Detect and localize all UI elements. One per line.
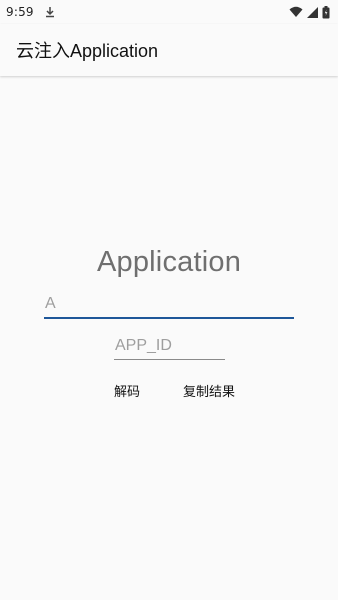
download-icon xyxy=(44,6,56,18)
page-heading: Application xyxy=(96,246,242,278)
copy-result-button[interactable]: 复制结果 xyxy=(183,378,235,402)
wifi-icon xyxy=(289,6,303,18)
signal-icon xyxy=(307,6,318,18)
battery-icon xyxy=(322,5,330,19)
app-id-input[interactable] xyxy=(114,335,225,360)
a-input[interactable] xyxy=(44,292,294,319)
decode-button[interactable]: 解码 xyxy=(114,378,140,402)
app-title: 云注入Application xyxy=(16,41,159,61)
status-bar: 9:59 xyxy=(0,0,338,24)
main-content: Application 解码 复制结果 xyxy=(0,76,338,600)
status-time: 9:59 xyxy=(6,5,34,19)
app-bar: 云注入Application xyxy=(0,24,338,76)
